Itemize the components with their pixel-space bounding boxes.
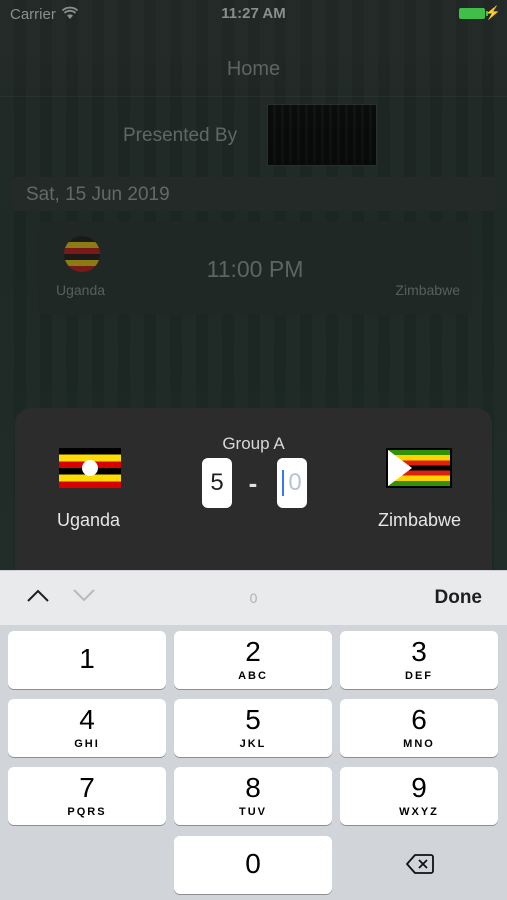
field-value-preview: 0: [249, 590, 258, 606]
zimbabwe-flag-icon: [386, 448, 452, 488]
away-team-name: Zimbabwe: [395, 282, 460, 298]
key-digit: 4: [79, 704, 95, 735]
key-digit: 8: [245, 772, 261, 803]
away-score-placeholder: 0: [288, 469, 302, 496]
status-time: 11:27 AM: [221, 5, 286, 22]
sponsor-image: [267, 104, 377, 166]
away-score-input[interactable]: 0: [277, 458, 307, 508]
done-button[interactable]: Done: [435, 587, 483, 609]
match-card[interactable]: 11:00 PM Uganda Zimbabwe: [38, 222, 472, 314]
key-digit: 2: [245, 636, 261, 667]
uganda-flag-icon: [59, 448, 121, 488]
key-8[interactable]: 8 TUV: [174, 767, 332, 825]
key-9[interactable]: 9 WXYZ: [340, 767, 498, 825]
home-team-label: Uganda: [57, 510, 121, 530]
key-letters: WXYZ: [399, 806, 439, 818]
key-digit: 0: [245, 848, 261, 879]
match-time: 11:00 PM: [206, 256, 304, 282]
key-letters: ABC: [238, 670, 268, 682]
navigation-bar: Home: [0, 40, 507, 97]
key-letters: PQRS: [67, 806, 107, 818]
key-2[interactable]: 2 ABC: [174, 631, 332, 689]
key-digit: 3: [411, 636, 427, 667]
key-5[interactable]: 5 JKL: [174, 699, 332, 757]
key-1[interactable]: 1: [8, 631, 166, 689]
key-4[interactable]: 4 GHI: [8, 699, 166, 757]
key-digit: 7: [79, 772, 95, 803]
key-letters: DEF: [405, 670, 433, 682]
battery-icon: [459, 8, 488, 19]
page-title: Home: [226, 58, 281, 80]
text-cursor: [282, 470, 284, 496]
key-digit: 6: [411, 704, 427, 735]
fixture-date: Sat, 15 Jun 2019: [26, 184, 170, 205]
fixture-date-header: Sat, 15 Jun 2019: [12, 177, 497, 211]
backspace-icon: [406, 854, 434, 874]
key-digit: 1: [79, 643, 95, 674]
key-3[interactable]: 3 DEF: [340, 631, 498, 689]
status-bar: Carrier 11:27 AM ⚡: [0, 0, 507, 28]
charging-bolt-icon: ⚡: [484, 5, 501, 20]
key-7[interactable]: 7 PQRS: [8, 767, 166, 825]
key-letters: JKL: [239, 738, 267, 750]
presented-by-label: Presented By: [123, 125, 238, 146]
key-letters: MNO: [403, 738, 435, 750]
key-6[interactable]: 6 MNO: [340, 699, 498, 757]
home-score-input[interactable]: 5: [202, 458, 232, 508]
key-letters: TUV: [239, 806, 267, 818]
key-digit: 9: [411, 772, 427, 803]
keyboard-toolbar: 0 Done: [0, 570, 507, 626]
key-digit: 5: [245, 704, 261, 735]
away-team-label: Zimbabwe: [377, 510, 461, 530]
home-team-name: Uganda: [56, 282, 106, 298]
key-letters: GHI: [74, 738, 100, 750]
delete-key[interactable]: [340, 836, 498, 894]
score-separator: -: [248, 468, 258, 498]
key-0[interactable]: 0: [174, 836, 332, 894]
